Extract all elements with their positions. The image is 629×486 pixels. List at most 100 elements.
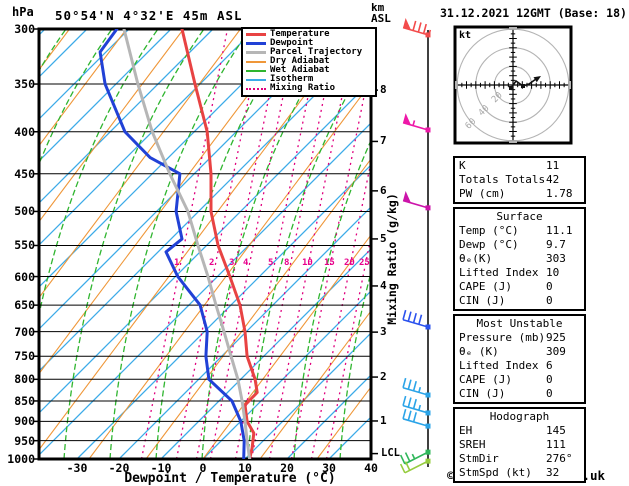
stats-row-label: CIN (J): [459, 387, 506, 400]
pressure-tick-label: 950: [14, 433, 35, 448]
legend-swatch-icon: [246, 33, 266, 36]
stats-row-value: 6: [546, 359, 553, 372]
stats-row-label: CAPE (J): [459, 373, 512, 386]
stats-row-value: 32: [546, 466, 560, 479]
stats-row: Totals Totals 42: [455, 173, 584, 187]
stats-section-title: Hodograph: [489, 410, 550, 423]
stats-row-label: K: [459, 159, 466, 172]
temp-tick-label: 20: [280, 461, 294, 475]
wind-barb-column: [399, 18, 432, 474]
stats-row-label: Dewp (°C): [459, 238, 519, 251]
mixing-ratio-axis-label: Mixing Ratio (g/kg): [385, 193, 399, 325]
hodograph-canvas: 204060: [453, 25, 573, 145]
stats-row: CAPE (J) 0: [455, 280, 584, 294]
station-title: 50°54'N 4°32'E 45m ASL: [55, 8, 243, 23]
stats-row-label: θₑ(K): [459, 252, 493, 265]
stats-row-label: Lifted Index: [459, 359, 539, 372]
temp-tick-label: 30: [322, 461, 336, 475]
stats-row-value: 276°: [546, 452, 573, 465]
km-tick-label: 1: [380, 413, 387, 427]
stats-row-value: 0: [546, 387, 553, 400]
pressure-tick-label: 500: [14, 204, 35, 219]
stats-row-value: 0: [546, 294, 553, 307]
mixing-ratio-tick-label: 1: [174, 258, 180, 268]
temp-tick-label: -20: [108, 461, 130, 475]
stats-row-label: CIN (J): [459, 294, 506, 307]
altitude-unit-asl: ASL: [371, 12, 391, 25]
stats-row-value: 111: [546, 438, 566, 451]
pressure-tick-label: 700: [14, 324, 35, 339]
stats-row-label: PW (cm): [459, 187, 506, 200]
stats-row-label: Totals Totals: [459, 173, 546, 186]
stats-row-value: 42: [546, 173, 560, 186]
stats-row-label: CAPE (J): [459, 280, 512, 293]
pressure-tick-label: 900: [14, 414, 35, 429]
stats-section-hodograph: Hodograph EH 145 SREH 111 StmDir 276° StmSpd (k…: [453, 407, 586, 483]
pressure-tick-label: 1000: [7, 452, 35, 466]
stats-row: CIN (J) 0: [455, 294, 584, 308]
legend-swatch-icon: [246, 60, 266, 63]
stats-row: StmDir 276°: [455, 452, 584, 466]
temp-tick-label: -30: [66, 461, 88, 475]
stats-row: Lifted Index 10: [455, 266, 584, 280]
km-tick-label: 5: [380, 231, 387, 245]
stats-section-surface: Surface Temp (°C) 11.1 Dewp (°C) 9.7 θₑ(K) 303…: [453, 207, 586, 311]
pressure-tick-label: 450: [14, 166, 35, 181]
stats-row-label: Lifted Index: [459, 266, 539, 279]
stats-row-value: 303: [546, 252, 566, 265]
stats-row-label: SREH: [459, 438, 486, 451]
stats-row: CAPE (J) 0: [455, 373, 584, 387]
stats-row-value: 11.1: [546, 224, 573, 237]
stats-row-value: 0: [546, 280, 553, 293]
mixing-ratio-tick-label: 3: [229, 258, 235, 268]
stats-row: K 11: [455, 159, 584, 173]
stats-row-value: 925: [546, 331, 566, 344]
stats-row: PW (cm) 1.78: [455, 187, 584, 201]
temp-tick-label: 10: [238, 461, 252, 475]
legend-swatch-icon: [246, 42, 266, 45]
mixing-ratio-tick-label: 10: [302, 258, 313, 268]
wind-barb: [402, 113, 431, 133]
skewt-sounding-app: 20 40 60 hPa 50°54'N 4°32'E 45m ASL 31.12.…: [0, 0, 629, 486]
stats-row-label: Pressure (mb): [459, 331, 546, 344]
mixing-ratio-tick-label: 4: [243, 258, 249, 268]
temp-tick-label: 0: [199, 461, 207, 475]
stats-row: θₑ (K) 309: [455, 345, 584, 359]
wind-barb: [402, 377, 431, 398]
curve-dewpoint: [98, 29, 246, 459]
pressure-tick-label: 550: [14, 238, 35, 253]
legend-swatch-icon: [246, 51, 266, 54]
wet-adiabat-line: [109, 29, 251, 459]
pressure-tick-label: 300: [14, 22, 35, 36]
stats-row-label: θₑ (K): [459, 345, 499, 358]
stats-section-title: Surface: [496, 210, 543, 223]
stats-section-title: Most Unstable: [476, 317, 563, 330]
km-tick-label: 8: [380, 83, 387, 97]
stats-row-label: StmDir: [459, 452, 499, 465]
lcl-label: LCL: [381, 446, 400, 459]
legend-swatch-icon: [246, 78, 266, 81]
stats-row: StmSpd (kt) 32: [455, 466, 584, 480]
stats-row: CIN (J) 0: [455, 387, 584, 401]
mixing-ratio-tick-label: 5: [268, 258, 274, 268]
stats-row: Lifted Index 6: [455, 359, 584, 373]
mixing-ratio-tick-label: 15: [324, 258, 335, 268]
legend-item: Mixing Ratio: [245, 84, 375, 93]
pressure-tick-label: 750: [14, 349, 35, 364]
mixing-ratio-tick-label: 8: [284, 258, 290, 268]
wind-barb: [399, 458, 431, 474]
km-tick-label: 3: [380, 325, 387, 339]
legend-box: Temperature Dewpoint Parcel Trajectory Dry …: [241, 27, 377, 97]
stats-row: SREH 111: [455, 438, 584, 452]
legend-swatch-icon: [246, 87, 266, 90]
wind-barb: [402, 18, 432, 38]
legend-item-label: Mixing Ratio: [270, 83, 336, 93]
stats-row-label: EH: [459, 424, 473, 437]
pressure-tick-label: 600: [14, 269, 35, 284]
hodograph-unit-label: kt: [459, 30, 472, 41]
pressure-tick-label: 850: [14, 393, 35, 408]
stats-row-value: 10: [546, 266, 560, 279]
mixing-ratio-line: [140, 29, 229, 459]
km-tick-label: 4: [380, 278, 387, 292]
stats-section-most-unstable: Most Unstable Pressure (mb) 925 θₑ (K) 309 Li…: [453, 314, 586, 404]
